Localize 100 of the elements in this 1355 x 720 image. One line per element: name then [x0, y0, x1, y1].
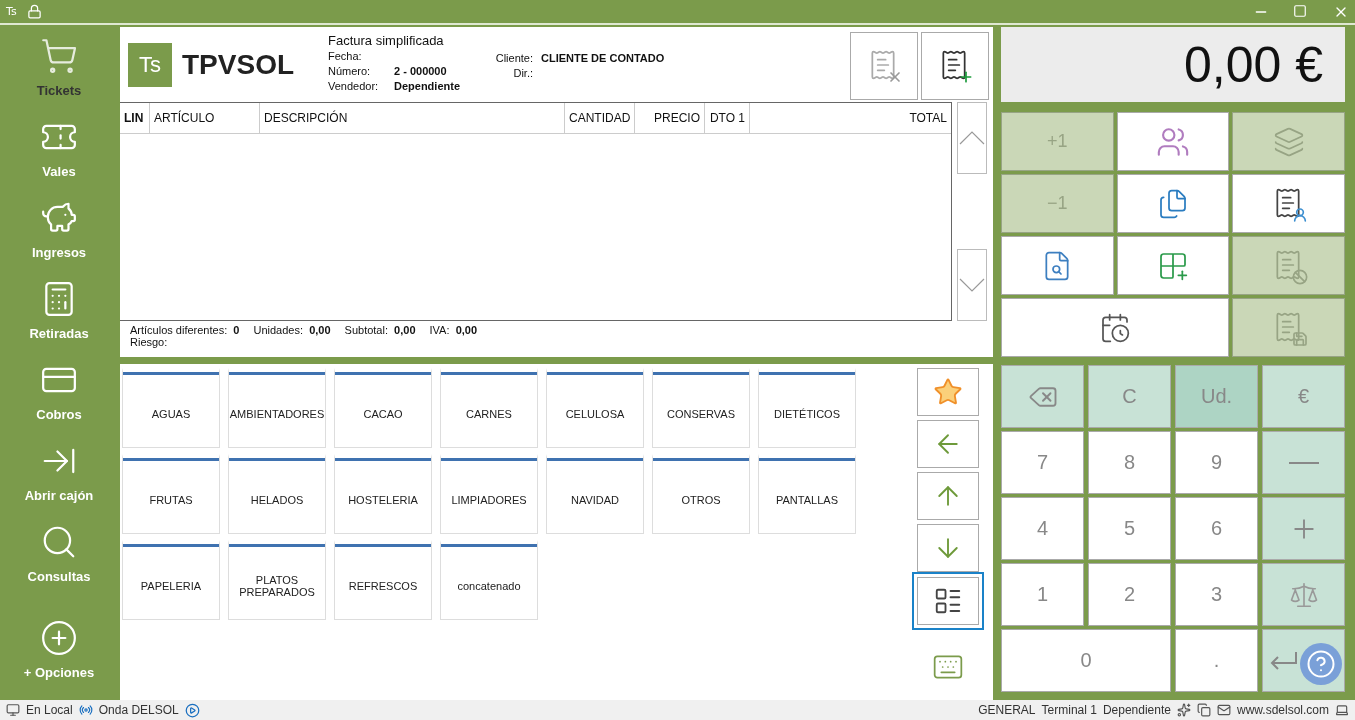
keypad-key[interactable]: [1262, 629, 1345, 693]
category-tile[interactable]: AMBIENTADORES: [228, 368, 326, 449]
column-header: DTO 1: [705, 103, 750, 134]
keypad-key[interactable]: 2: [1088, 563, 1171, 627]
status-text: Dependiente: [1102, 703, 1171, 718]
field-value: CLIENTE DE CONTADO: [541, 51, 665, 67]
sidebar-item[interactable]: Abrir cajón: [0, 442, 118, 524]
logo-mark: Ts: [128, 42, 172, 87]
keypad-key[interactable]: 8: [1088, 431, 1171, 495]
category-tile[interactable]: CONSERVAS: [652, 368, 750, 449]
new-receipt-button[interactable]: [921, 32, 989, 101]
keypad-key[interactable]: €: [1262, 365, 1345, 429]
summary-text: IVA: 0,00: [429, 324, 478, 337]
sidebar-item[interactable]: Cobros: [0, 361, 118, 443]
column-header: DESCRIPCIÓN: [260, 103, 565, 134]
minus-icon: [1288, 461, 1319, 464]
mail-icon[interactable]: [1216, 703, 1231, 718]
keypad-key[interactable]: 9: [1175, 431, 1258, 495]
sidebar-item[interactable]: Retiradas: [0, 280, 118, 362]
keypad-key[interactable]: 1: [1001, 563, 1084, 627]
keypad-key[interactable]: 6: [1175, 497, 1258, 561]
category-tile[interactable]: NAVIDAD: [546, 454, 644, 535]
field-value: Dependiente: [394, 79, 460, 95]
function-button[interactable]: [1116, 174, 1230, 234]
calendar-clock-icon: [1099, 311, 1132, 344]
category-tile[interactable]: FRUTAS: [122, 454, 220, 535]
category-tile[interactable]: AGUAS: [122, 368, 220, 449]
category-tile[interactable]: OTROS: [652, 454, 750, 535]
column-header: ARTÍCULO: [150, 103, 260, 134]
cart-icon: [40, 37, 78, 76]
enter-arrow-icon: [1269, 650, 1298, 671]
category-tile[interactable]: LIMPIADORES: [440, 454, 538, 535]
keypad-key[interactable]: 0: [1001, 629, 1171, 693]
chevron-down-icon: [959, 278, 985, 293]
status-text: Terminal 1: [1041, 703, 1097, 718]
category-tile[interactable]: PLATOS PREPARADOS: [228, 540, 326, 621]
status-text: Onda DELSOL: [98, 703, 179, 718]
category-tile[interactable]: PAPELERIA: [122, 540, 220, 621]
maximize-icon[interactable]: [1293, 3, 1309, 20]
sparkle-icon: [1176, 703, 1191, 718]
options-item[interactable]: + Opciones: [0, 619, 118, 701]
help-icon[interactable]: [1300, 643, 1342, 686]
column-header: CANTIDAD: [565, 103, 635, 134]
keypad-key[interactable]: .: [1175, 629, 1258, 693]
keypad-key[interactable]: [1001, 365, 1084, 429]
category-tile[interactable]: REFRESCOS: [334, 540, 432, 621]
summary-text: Artículos diferentes: 0: [130, 324, 240, 337]
keypad-key[interactable]: [1262, 497, 1345, 561]
summary-text: Unidades: 0,00: [253, 324, 331, 337]
copy-icon: [1196, 703, 1211, 718]
category-tile[interactable]: CARNES: [440, 368, 538, 449]
status-text: GENERAL: [978, 703, 1036, 718]
monitor-icon: [6, 703, 20, 718]
category-tile[interactable]: CELULOSA: [546, 368, 644, 449]
sidebar-item[interactable]: Consultas: [0, 523, 118, 605]
category-tile[interactable]: PANTALLAS: [758, 454, 856, 535]
function-button[interactable]: [1116, 236, 1230, 296]
function-button[interactable]: [1232, 174, 1345, 234]
sidebar-item[interactable]: Tickets: [0, 37, 118, 119]
function-button[interactable]: [1116, 112, 1230, 172]
keypad-key[interactable]: 3: [1175, 563, 1258, 627]
play-icon[interactable]: [184, 702, 200, 718]
total-display: 0,00 €: [1001, 27, 1345, 103]
field-label: Número:: [328, 64, 372, 80]
field-label: Vendedor:: [328, 79, 380, 95]
keypad-key[interactable]: 4: [1001, 497, 1084, 561]
keypad-key[interactable]: 7: [1001, 431, 1084, 495]
keypad-key[interactable]: C: [1088, 365, 1171, 429]
field-label: Fecha:: [328, 49, 363, 65]
scroll-down-button[interactable]: [957, 249, 987, 322]
field-label: Dir.:: [512, 66, 533, 82]
keypad-key[interactable]: Ud.: [1175, 365, 1258, 429]
column-header: TOTAL: [908, 110, 948, 128]
function-button[interactable]: [1001, 236, 1114, 296]
summary-text: Subtotal: 0,00: [344, 324, 416, 337]
lock-icon[interactable]: [26, 4, 42, 20]
category-tile[interactable]: HOSTELERIA: [334, 454, 432, 535]
documents-icon: [1157, 187, 1189, 220]
function-button[interactable]: [1001, 298, 1230, 358]
chevron-up-icon: [959, 131, 985, 146]
category-tile[interactable]: DIETÉTICOS: [758, 368, 856, 449]
keypad-key[interactable]: [1262, 431, 1345, 495]
app-title-text: Ts: [6, 5, 17, 19]
column-header: LIN: [120, 103, 150, 134]
radio-icon: [78, 703, 93, 718]
sidebar-item[interactable]: Ingresos: [0, 199, 118, 281]
laptop-icon: [1335, 703, 1349, 718]
category-tile[interactable]: HELADOS: [228, 454, 326, 535]
risk-label: Riesgo:: [130, 336, 169, 349]
document-title: Factura simplificada: [328, 33, 445, 49]
keypad-key[interactable]: [1262, 563, 1345, 627]
keypad-key[interactable]: 5: [1088, 497, 1171, 561]
field-label: Cliente:: [494, 51, 533, 67]
status-text: En Local: [26, 703, 73, 718]
logo-text: TPVSOL: [182, 48, 294, 81]
website-link[interactable]: www.sdelsol.com: [1236, 703, 1329, 718]
category-tile[interactable]: CACAO: [334, 368, 432, 449]
category-tile[interactable]: concatenado: [440, 540, 538, 621]
nav-button[interactable]: [916, 524, 979, 573]
sidebar-item[interactable]: Vales: [0, 118, 118, 200]
